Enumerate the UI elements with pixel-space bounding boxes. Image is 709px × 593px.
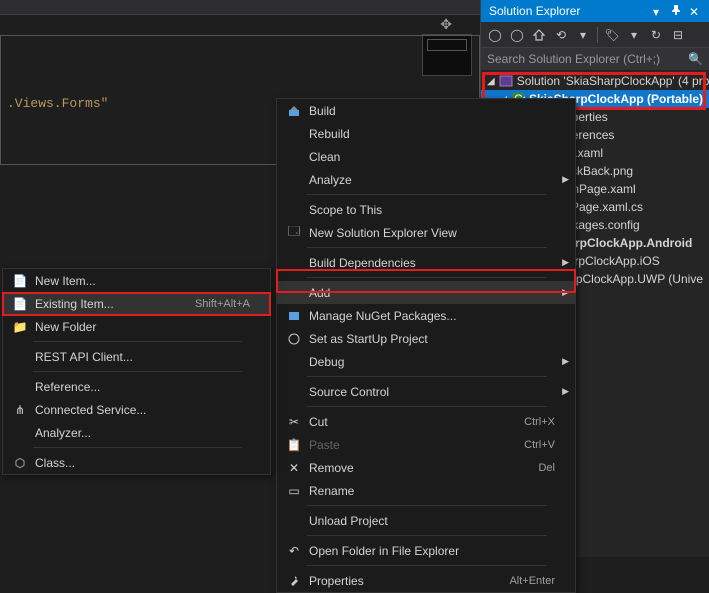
move-icon[interactable]: ✥	[440, 16, 452, 33]
submenu-connected-service[interactable]: ⋔Connected Service...	[3, 398, 270, 421]
close-icon[interactable]: ✕	[689, 5, 701, 17]
paste-icon: 📋	[283, 438, 305, 452]
menu-separator	[307, 194, 547, 195]
toolbar-separator	[597, 27, 598, 43]
cut-icon: ✂	[283, 415, 305, 429]
submenu-arrow-icon: ▶	[562, 174, 569, 185]
search-placeholder: Search Solution Explorer (Ctrl+;)	[487, 52, 660, 66]
new-view-icon: 🗔	[283, 222, 305, 243]
menu-open-folder[interactable]: ↶Open Folder in File Explorer	[277, 539, 575, 562]
menu-add[interactable]: Add▶	[277, 281, 575, 304]
collapse-icon[interactable]: ⊟	[670, 27, 686, 43]
dropdown-icon[interactable]: ▾	[653, 5, 665, 17]
menu-startup[interactable]: Set as StartUp Project	[277, 327, 575, 350]
home-icon[interactable]	[531, 27, 547, 43]
menu-separator	[307, 376, 547, 377]
existing-item-icon: 📄	[9, 297, 31, 311]
submenu-arrow-icon: ▶	[562, 386, 569, 397]
submenu-new-item[interactable]: 📄New Item...	[3, 269, 270, 292]
submenu-existing-item[interactable]: 📄Existing Item...Shift+Alt+A	[3, 292, 270, 315]
menu-separator	[33, 371, 242, 372]
menu-properties[interactable]: PropertiesAlt+Enter	[277, 569, 575, 592]
menu-build-deps[interactable]: Build Dependencies▶	[277, 251, 575, 274]
menu-scope[interactable]: Scope to This	[277, 198, 575, 221]
menu-separator	[33, 447, 242, 448]
search-icon: 🔍	[688, 52, 703, 66]
menu-paste: 📋PasteCtrl+V	[277, 433, 575, 456]
tree-solution-row[interactable]: ◢ Solution 'SkiaSharpClockApp' (4 pro	[481, 72, 709, 90]
menu-separator	[307, 505, 547, 506]
nuget-icon	[283, 309, 305, 323]
editor-topbar	[0, 0, 480, 15]
refresh-icon[interactable]: ↻	[648, 27, 664, 43]
service-icon: ⋔	[9, 403, 31, 417]
submenu-analyzer[interactable]: Analyzer...	[3, 421, 270, 444]
menu-nuget[interactable]: Manage NuGet Packages...	[277, 304, 575, 327]
new-item-icon: 📄	[9, 274, 31, 288]
folder-icon: 📁	[9, 320, 31, 334]
submenu-arrow-icon: ▶	[562, 257, 569, 268]
search-input[interactable]: Search Solution Explorer (Ctrl+;) 🔍	[481, 48, 709, 70]
tag-icon[interactable]: 🏷	[604, 27, 620, 43]
pin-icon[interactable]	[671, 5, 683, 17]
submenu-arrow-icon: ▶	[562, 356, 569, 367]
submenu-arrow-icon: ▶	[562, 287, 569, 298]
expand-arrow-icon[interactable]: ◢	[487, 76, 495, 87]
menu-build[interactable]: Build	[277, 99, 575, 122]
context-menu: Build Rebuild Clean Analyze▶ Scope to Th…	[276, 98, 576, 593]
menu-cut[interactable]: ✂CutCtrl+X	[277, 410, 575, 433]
build-icon	[283, 104, 305, 118]
class-icon: ⬡	[9, 456, 31, 470]
menu-analyze[interactable]: Analyze▶	[277, 168, 575, 191]
properties-icon	[283, 574, 305, 588]
solution-icon	[499, 74, 513, 88]
folder-icon: ↶	[283, 544, 305, 558]
panel-title: Solution Explorer	[489, 4, 647, 18]
remove-icon: ✕	[283, 461, 305, 475]
menu-separator	[307, 565, 547, 566]
startup-icon	[283, 332, 305, 346]
menu-separator	[307, 277, 547, 278]
menu-separator	[307, 247, 547, 248]
panel-header: Solution Explorer ▾ ✕	[481, 0, 709, 22]
back-icon[interactable]: ◯	[487, 27, 503, 43]
menu-rebuild[interactable]: Rebuild	[277, 122, 575, 145]
menu-separator	[307, 406, 547, 407]
submenu-class[interactable]: ⬡Class...	[3, 451, 270, 474]
add-submenu: 📄New Item... 📄Existing Item...Shift+Alt+…	[2, 268, 271, 475]
sync-icon[interactable]: ⟲	[553, 27, 569, 43]
forward-icon[interactable]: ◯	[509, 27, 525, 43]
solution-label: Solution 'SkiaSharpClockApp' (4 pro	[517, 74, 709, 88]
menu-separator	[33, 341, 242, 342]
menu-new-view[interactable]: 🗔New Solution Explorer View	[277, 221, 575, 244]
menu-clean[interactable]: Clean	[277, 145, 575, 168]
menu-remove[interactable]: ✕RemoveDel	[277, 456, 575, 479]
menu-rename[interactable]: ▭Rename	[277, 479, 575, 502]
panel-toolbar: ◯ ◯ ⟲ ▾ 🏷 ▾ ↻ ⊟	[481, 22, 709, 48]
submenu-reference[interactable]: Reference...	[3, 375, 270, 398]
menu-debug[interactable]: Debug▶	[277, 350, 575, 373]
chevron-down-icon[interactable]: ▾	[575, 27, 591, 43]
submenu-rest-api[interactable]: REST API Client...	[3, 345, 270, 368]
menu-unload[interactable]: Unload Project	[277, 509, 575, 532]
menu-source-control[interactable]: Source Control▶	[277, 380, 575, 403]
menu-separator	[307, 535, 547, 536]
rename-icon: ▭	[283, 484, 305, 498]
submenu-new-folder[interactable]: 📁New Folder	[3, 315, 270, 338]
chevron-down-icon[interactable]: ▾	[626, 27, 642, 43]
